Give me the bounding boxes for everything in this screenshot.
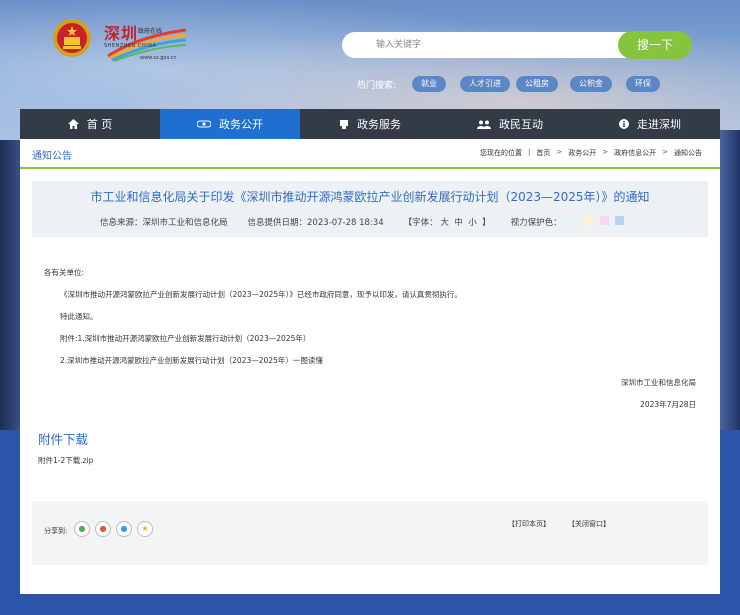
nav-label-interaction: 政民互动 (499, 116, 543, 132)
article-signature-date: 2023年7月28日 (640, 399, 696, 410)
main-nav: 首 页 政务公开 政务服务 政民互动 走进深圳 (20, 109, 720, 139)
qq-icon[interactable]: ● (116, 521, 132, 537)
breadcrumb-gov-open[interactable]: 政务公开 (568, 148, 596, 158)
font-size-label: 【字体： (404, 218, 438, 228)
article-attachment-line: 2.深圳市推动开源鸿蒙欧拉产业创新发展行动计划（2023—2025年）一图读懂 (60, 355, 323, 366)
breadcrumb-separator: | (528, 148, 530, 158)
search-input[interactable] (376, 36, 606, 54)
nav-item-about-shenzhen[interactable]: 走进深圳 (580, 109, 720, 139)
service-icon (339, 120, 349, 129)
article-title: 市工业和信息化局关于印发《深圳市推动开源鸿蒙欧拉产业创新发展行动计划（2023—… (32, 188, 708, 205)
people-icon (477, 120, 491, 129)
nav-label-gov-open: 政务公开 (219, 116, 263, 132)
breadcrumb-separator: > (662, 148, 668, 158)
hot-tag-environment[interactable]: 环保 (626, 76, 660, 92)
nav-item-home[interactable]: 首 页 (20, 109, 160, 139)
nav-label-gov-service: 政务服务 (357, 116, 401, 132)
qzone-icon[interactable]: ★ (137, 521, 153, 537)
nav-label-about-shenzhen: 走进深圳 (637, 116, 681, 132)
nav-item-gov-service[interactable]: 政务服务 (300, 109, 440, 139)
wechat-icon[interactable]: ● (74, 521, 90, 537)
content-card: 通知公告 您现在的位置 | 首页 > 政务公开 > 政府信息公开 > 通知公告 … (20, 139, 720, 594)
eye-protection-label: 视力保护色： (511, 218, 562, 228)
background-building-right (718, 130, 740, 450)
eye-color-swatch-pink[interactable] (600, 216, 609, 225)
font-size-control: 【字体： 大 中 小 】 (404, 216, 491, 228)
hot-tag-housing[interactable]: 公租房 (516, 76, 558, 92)
eye-color-swatch-blue[interactable] (615, 216, 624, 225)
weibo-icon[interactable]: ● (95, 521, 111, 537)
font-size-close: 】 (482, 218, 491, 228)
section-title: 通知公告 (32, 147, 72, 162)
attachments-title: 附件下载 (38, 429, 88, 448)
article-signature-org: 深圳市工业和信息化局 (621, 377, 696, 388)
logo-url: www.sz.gov.cn (140, 55, 177, 61)
breadcrumb-bar: 通知公告 您现在的位置 | 首页 > 政务公开 > 政府信息公开 > 通知公告 (20, 139, 720, 169)
background-building-left (0, 140, 22, 440)
open-gov-icon (197, 120, 211, 128)
hot-tag-talent[interactable]: 人才引进 (460, 76, 510, 92)
eye-protection-control: 视力保护色： (511, 216, 625, 228)
logo-english: SHENZHEN CHINA (104, 43, 156, 49)
hot-search-label: 热门搜索: (357, 78, 396, 91)
article-paragraph: 《深圳市推动开源鸿蒙欧拉产业创新发展行动计划（2023—2025年）》已经市政府… (60, 289, 462, 300)
eye-color-swatch-yellow[interactable] (584, 216, 593, 225)
breadcrumb-info-open[interactable]: 政府信息公开 (614, 148, 656, 158)
breadcrumb-home[interactable]: 首页 (536, 148, 550, 158)
article-attachment-line: 附件:1.深圳市推动开源鸿蒙欧拉产业创新发展行动计划（2023—2025年） (60, 333, 310, 344)
article-meta: 信息来源：深圳市工业和信息化局 信息提供日期：2023-07-28 18:34 … (100, 216, 624, 228)
home-icon (68, 119, 79, 129)
logo-subtitle: 政府在线 (138, 26, 162, 35)
attachment-link[interactable]: 附件1-2下载.zip (38, 455, 93, 466)
font-size-medium[interactable]: 中 (454, 218, 463, 228)
nav-label-home: 首 页 (87, 116, 113, 132)
logo-title: 深圳 (104, 20, 138, 44)
print-button[interactable]: 【打印本页】 (508, 519, 550, 529)
font-size-large[interactable]: 大 (440, 218, 449, 228)
article-source: 信息来源：深圳市工业和信息化局 (100, 216, 228, 228)
article-date: 信息提供日期：2023-07-28 18:34 (248, 216, 384, 228)
breadcrumb-separator: > (602, 148, 608, 158)
nav-item-interaction[interactable]: 政民互动 (440, 109, 580, 139)
hot-tag-jobs[interactable]: 就业 (412, 76, 446, 92)
breadcrumb-notices[interactable]: 通知公告 (674, 148, 702, 158)
font-size-small[interactable]: 小 (468, 218, 477, 228)
article-header: 市工业和信息化局关于印发《深圳市推动开源鸿蒙欧拉产业创新发展行动计划（2023—… (32, 181, 708, 237)
close-window-button[interactable]: 【关闭窗口】 (568, 519, 610, 529)
breadcrumb-prefix: 您现在的位置 (480, 148, 522, 158)
eye-color-swatch-cyan[interactable] (568, 216, 577, 225)
article-salutation: 各有关单位: (44, 267, 84, 278)
nav-item-gov-open[interactable]: 政务公开 (160, 109, 300, 139)
breadcrumb: 您现在的位置 | 首页 > 政务公开 > 政府信息公开 > 通知公告 (480, 148, 702, 158)
breadcrumb-separator: > (556, 148, 562, 158)
hot-tag-fund[interactable]: 公积金 (570, 76, 612, 92)
info-icon (619, 119, 629, 129)
share-label: 分享到: (44, 526, 67, 536)
article-paragraph: 特此通知。 (60, 311, 98, 322)
national-emblem-icon[interactable] (52, 18, 92, 58)
search-button[interactable]: 搜一下 (618, 31, 692, 59)
share-bar: 分享到: ● ● ● ★ 【打印本页】 【关闭窗口】 (32, 501, 708, 565)
